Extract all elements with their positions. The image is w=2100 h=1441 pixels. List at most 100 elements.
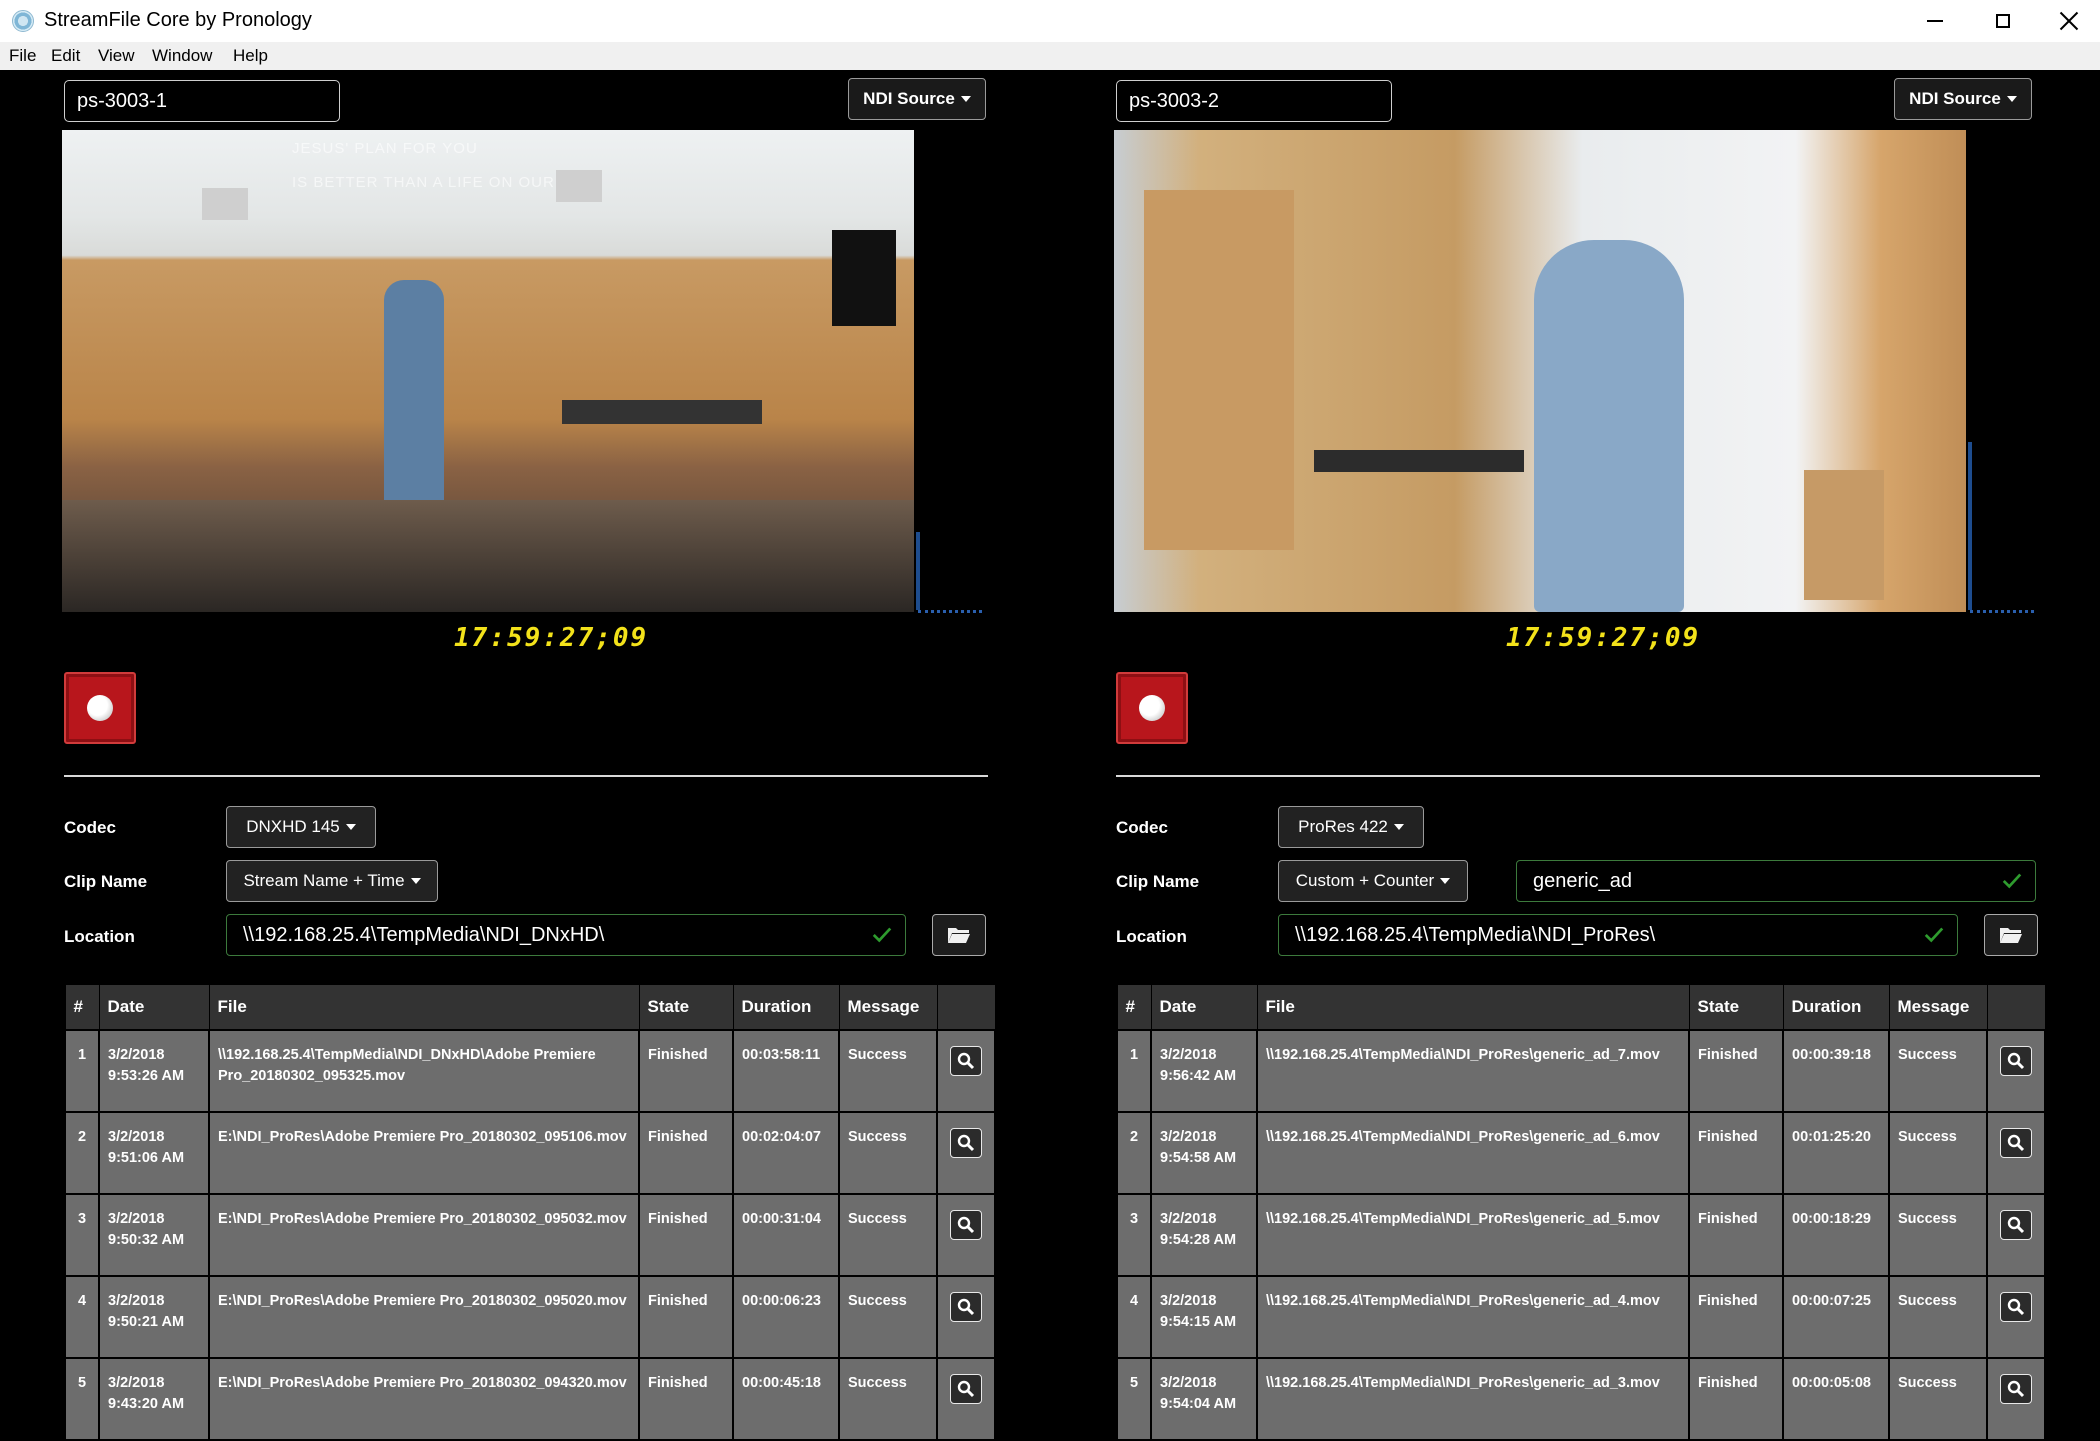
row-date-day: 3/2/2018	[108, 1375, 165, 1391]
menu-edit[interactable]: Edit	[51, 46, 80, 66]
checkmark-icon	[1924, 927, 1944, 943]
view-clip-button[interactable]	[2000, 1046, 2032, 1076]
row-state: Finished	[1688, 1193, 1784, 1277]
caret-down-icon	[1440, 878, 1451, 884]
row-message: Success	[1888, 1275, 1988, 1359]
table-row[interactable]: 4 3/2/2018 9:50:21 AM E:\NDI_ProRes\Adobe…	[64, 1275, 996, 1359]
row-actions	[1986, 1029, 2046, 1113]
table-row[interactable]: 5 3/2/2018 9:54:04 AM \\192.168.25.4\Temp…	[1116, 1357, 2046, 1441]
row-state: Finished	[1688, 1111, 1784, 1195]
search-icon	[2007, 1216, 2025, 1234]
row-actions	[1986, 1357, 2046, 1441]
row-date-day: 3/2/2018	[1160, 1129, 1217, 1145]
row-duration: 00:01:25:20	[1782, 1111, 1890, 1195]
view-clip-button[interactable]	[950, 1046, 982, 1076]
view-clip-button[interactable]	[2000, 1210, 2032, 1240]
row-duration: 00:00:07:25	[1782, 1275, 1890, 1359]
row-file: \\192.168.25.4\TempMedia\NDI_ProRes\gene…	[1256, 1029, 1690, 1113]
browse-folder-button[interactable]	[932, 914, 986, 956]
menu-window[interactable]: Window	[152, 46, 212, 66]
timecode-display: 17:59:27;09	[454, 623, 649, 653]
channel-name-input[interactable]: ps-3003-2	[1116, 80, 1392, 122]
row-file: E:\NDI_ProRes\Adobe Premiere Pro_2018030…	[208, 1357, 640, 1441]
row-file: E:\NDI_ProRes\Adobe Premiere Pro_2018030…	[208, 1193, 640, 1277]
row-message: Success	[1888, 1357, 1988, 1441]
record-icon	[87, 695, 113, 721]
table-row[interactable]: 4 3/2/2018 9:54:15 AM \\192.168.25.4\Temp…	[1116, 1275, 2046, 1359]
row-date: 3/2/2018 9:51:06 AM	[98, 1111, 210, 1195]
row-number: 5	[64, 1357, 100, 1441]
view-clip-button[interactable]	[950, 1374, 982, 1404]
row-duration: 00:02:04:07	[732, 1111, 840, 1195]
table-row[interactable]: 1 3/2/2018 9:53:26 AM \\192.168.25.4\Temp…	[64, 1029, 996, 1113]
maximize-button[interactable]	[1970, 0, 2036, 42]
ndi-source-dropdown[interactable]: NDI Source	[848, 78, 986, 120]
custom-clip-name-input[interactable]: generic_ad	[1516, 860, 2036, 902]
row-duration: 00:00:06:23	[732, 1275, 840, 1359]
row-state: Finished	[638, 1357, 734, 1441]
caret-down-icon	[345, 824, 356, 830]
view-clip-button[interactable]	[2000, 1128, 2032, 1158]
search-icon	[2007, 1134, 2025, 1152]
view-clip-button[interactable]	[2000, 1292, 2032, 1322]
row-date-day: 3/2/2018	[1160, 1293, 1217, 1309]
table-row[interactable]: 2 3/2/2018 9:54:58 AM \\192.168.25.4\Temp…	[1116, 1111, 2046, 1195]
row-date-day: 3/2/2018	[108, 1211, 165, 1227]
row-actions	[1986, 1111, 2046, 1195]
timecode-display: 17:59:27;09	[1506, 623, 1701, 653]
table-row[interactable]: 2 3/2/2018 9:51:06 AM E:\NDI_ProRes\Adobe…	[64, 1111, 996, 1195]
row-state: Finished	[1688, 1029, 1784, 1113]
column-header-date: Date	[1150, 984, 1258, 1031]
close-button[interactable]	[2036, 0, 2100, 42]
record-button[interactable]	[64, 672, 136, 744]
view-clip-button[interactable]	[950, 1292, 982, 1322]
search-icon	[957, 1052, 975, 1070]
minimize-icon	[1927, 20, 1943, 22]
row-actions	[936, 1193, 996, 1277]
channel-panel-2: ps-3003-2 NDI Source 17:59:27;09 Codec P…	[1114, 70, 2046, 1441]
view-clip-button[interactable]	[2000, 1374, 2032, 1404]
table-row[interactable]: 1 3/2/2018 9:56:42 AM \\192.168.25.4\Temp…	[1116, 1029, 2046, 1113]
row-message: Success	[838, 1193, 938, 1277]
row-date: 3/2/2018 9:50:32 AM	[98, 1193, 210, 1277]
row-date-time: 9:54:15 AM	[1160, 1314, 1237, 1330]
folder-icon	[2000, 928, 2022, 943]
location-input[interactable]: \\192.168.25.4\TempMedia\NDI_DNxHD\	[226, 914, 906, 956]
row-duration: 00:00:39:18	[1782, 1029, 1890, 1113]
row-message: Success	[838, 1029, 938, 1113]
menu-view[interactable]: View	[98, 46, 135, 66]
search-icon	[957, 1298, 975, 1316]
row-file: E:\NDI_ProRes\Adobe Premiere Pro_2018030…	[208, 1275, 640, 1359]
browse-folder-button[interactable]	[1984, 914, 2038, 956]
row-date-time: 9:53:26 AM	[108, 1068, 185, 1084]
clip-name-dropdown[interactable]: Custom + Counter	[1278, 860, 1468, 902]
table-row[interactable]: 3 3/2/2018 9:50:32 AM E:\NDI_ProRes\Adobe…	[64, 1193, 996, 1277]
view-clip-button[interactable]	[950, 1210, 982, 1240]
view-clip-button[interactable]	[950, 1128, 982, 1158]
row-number: 1	[64, 1029, 100, 1113]
record-button[interactable]	[1116, 672, 1188, 744]
menu-help[interactable]: Help	[233, 46, 268, 66]
row-date-day: 3/2/2018	[1160, 1047, 1217, 1063]
ndi-source-dropdown[interactable]: NDI Source	[1894, 78, 2032, 120]
recordings-table: # Date File State Duration Message 1 3/2…	[1116, 984, 2046, 1441]
codec-label: Codec	[64, 818, 116, 837]
table-row[interactable]: 5 3/2/2018 9:43:20 AM E:\NDI_ProRes\Adobe…	[64, 1357, 996, 1441]
row-message: Success	[1888, 1193, 1988, 1277]
column-header-date: Date	[98, 984, 210, 1031]
clip-name-label: Clip Name	[1116, 872, 1200, 891]
column-header-state: State	[638, 984, 734, 1031]
table-row[interactable]: 3 3/2/2018 9:54:28 AM \\192.168.25.4\Temp…	[1116, 1193, 2046, 1277]
clip-name-dropdown[interactable]: Stream Name + Time	[226, 860, 438, 902]
codec-dropdown[interactable]: DNXHD 145	[226, 806, 376, 848]
clip-name-value: Custom + Counter	[1295, 871, 1435, 890]
column-header-number: #	[64, 984, 100, 1031]
row-state: Finished	[638, 1275, 734, 1359]
menu-file[interactable]: File	[9, 46, 36, 66]
caret-down-icon	[1393, 824, 1404, 830]
codec-value: ProRes 422	[1298, 817, 1388, 836]
location-input[interactable]: \\192.168.25.4\TempMedia\NDI_ProRes\	[1278, 914, 1958, 956]
channel-name-input[interactable]: ps-3003-1	[64, 80, 340, 122]
codec-dropdown[interactable]: ProRes 422	[1278, 806, 1424, 848]
minimize-button[interactable]	[1902, 0, 1968, 42]
